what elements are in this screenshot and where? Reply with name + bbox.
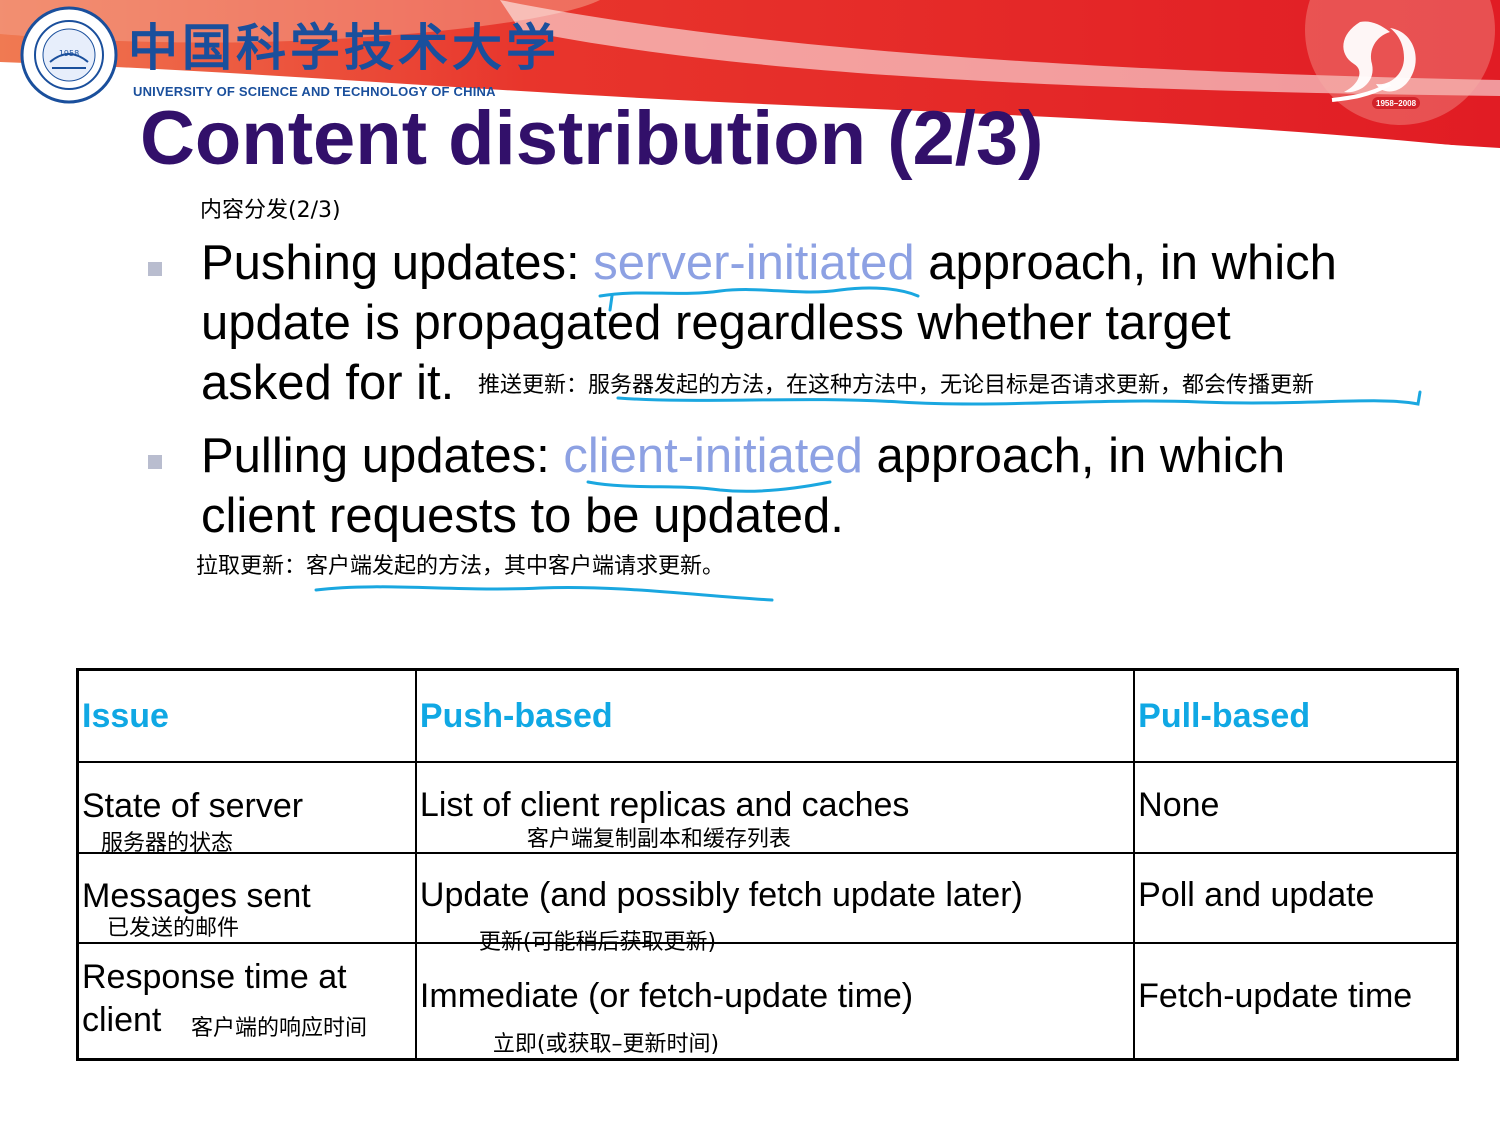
slide-title: Content distribution (2/3) [140,96,1044,181]
cell-pull: Poll and update [1133,852,1459,944]
cell-note-chinese: 立即(或获取–更新时间) [492,1032,720,1057]
university-seal-logo: 1958 [20,6,118,104]
cell-issue: Messages sent 已发送的邮件 [76,852,417,944]
cell-text: Immediate (or fetch-update time) [419,977,914,1015]
bullet-line1-rest: approach, in which [914,236,1337,290]
cell-note-chinese: 客户端的响应时间 [191,1016,368,1041]
highlight-client-initiated: client-initiated [563,429,863,483]
table-row: Response time at client 客户端的响应时间 Immedia… [76,942,1459,1061]
push-note-chinese: 推送更新：服务器发起的方法，在这种方法中，无论目标是否请求更新，都会传播更新 [478,373,1315,398]
cell-text: Poll and update [1138,876,1375,914]
bullet-marker [148,262,162,276]
bullet-line1-rest: approach, in which [862,429,1286,483]
cell-note-chinese: 已发送的邮件 [107,916,240,941]
cell-issue: Response time at client 客户端的响应时间 [76,942,417,1061]
comparison-table: Issue Push-based Pull-based State of ser… [76,668,1459,1061]
table-row: Messages sent 已发送的邮件 Update (and possibl… [76,852,1459,955]
pull-note-chinese: 拉取更新：客户端发起的方法，其中客户端请求更新。 [196,554,725,579]
table-header-row: Issue Push-based Pull-based [76,668,1459,763]
bullet-line2: update is propagated regardless whether … [201,296,1231,350]
bullet-lead: Pulling updates: [201,429,564,483]
cell-pull: Fetch-update time [1133,942,1459,1061]
header-pull-based: Pull-based [1133,668,1459,763]
bullet-line2: client requests to be updated. [201,489,844,543]
cell-push: List of client replicas and caches 客户端复制… [414,761,1136,854]
header-issue: Issue [76,668,417,763]
highlight-server-initiated: server-initiated [593,236,915,290]
university-name-chinese: 中国科学技术大学 [128,18,560,77]
cell-pull: None [1133,761,1459,854]
cell-text: State of server [82,786,304,825]
cell-text: Update (and possibly fetch update later) [419,876,1023,914]
cell-text: List of client replicas and caches [419,785,910,824]
table-row: State of server 服务器的状态 List of client re… [76,761,1459,856]
subtitle-chinese: 内容分发(2/3) [200,198,341,223]
anniversary-years: 1958–2008 [1376,99,1417,108]
seal-year: 1958 [59,49,79,58]
cell-text: Response time at [82,958,347,996]
bullet-pull-updates: Pulling updates: client-initiated approa… [201,426,1285,546]
header-push-based: Push-based [414,668,1136,763]
bullet-lead: Pushing updates: [201,236,594,290]
bullet-line3: asked for it. [201,356,455,410]
cell-note-chinese: 客户端复制副本和缓存列表 [526,827,791,852]
cell-issue: State of server 服务器的状态 [76,761,417,856]
cell-push: Immediate (or fetch-update time) 立即(或获取–… [414,942,1136,1061]
cell-text: None [1138,785,1220,824]
cell-push: Update (and possibly fetch update later)… [414,852,1136,955]
bullet-marker [148,455,162,469]
cell-text: Fetch-update time [1138,977,1413,1015]
